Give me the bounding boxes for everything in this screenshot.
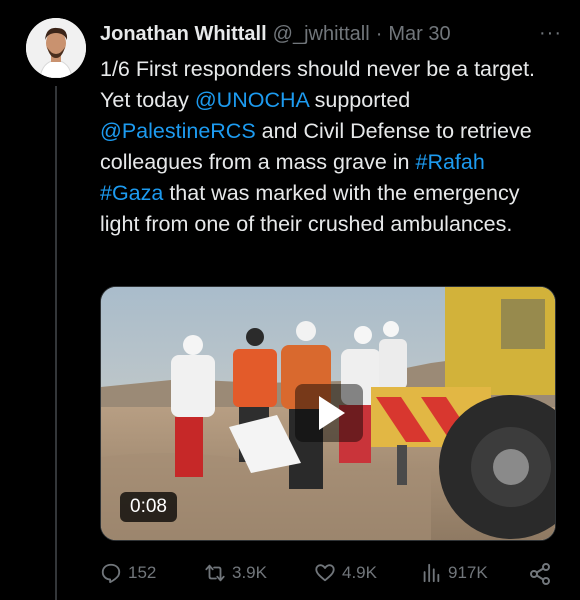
text-segment: that was marked with the emergency light… (100, 181, 526, 236)
views-icon (423, 563, 440, 583)
hashtag-link[interactable]: #Gaza (100, 181, 163, 205)
mention-link[interactable]: @PalestineRCS (100, 119, 256, 143)
tweet-header: Jonathan Whittall @_jwhittall · Mar 30 ·… (100, 20, 562, 48)
views-button[interactable]: 917K (420, 562, 488, 584)
retweet-button[interactable]: 3.9K (204, 562, 267, 584)
hashtag-link[interactable]: #Rafah (415, 150, 484, 174)
like-button[interactable]: 4.9K (314, 562, 377, 584)
action-bar: 152 3.9K 4.9K 917K (100, 562, 556, 590)
retweet-count: 3.9K (232, 563, 267, 582)
share-button[interactable] (528, 562, 558, 586)
tweet-date[interactable]: Mar 30 (388, 23, 450, 46)
text-segment (485, 150, 491, 174)
reply-button[interactable]: 152 (100, 562, 156, 584)
author-name[interactable]: Jonathan Whittall (100, 23, 267, 46)
reply-icon (101, 563, 121, 584)
more-icon[interactable]: ··· (539, 22, 562, 45)
like-count: 4.9K (342, 563, 377, 582)
separator-dot: · (375, 22, 383, 45)
like-icon (315, 564, 335, 582)
author-handle[interactable]: @_jwhittall (273, 23, 370, 46)
reply-count: 152 (128, 563, 157, 582)
video-duration: 0:08 (120, 492, 177, 522)
play-icon[interactable] (295, 384, 363, 442)
avatar[interactable] (26, 18, 86, 78)
retweet-icon (205, 564, 225, 582)
avatar-image (26, 18, 86, 78)
tweet-text: 1/6 First responders should never be a t… (100, 54, 550, 240)
share-icon (530, 563, 550, 585)
mention-link[interactable]: @UNOCHA (195, 88, 309, 112)
text-segment: supported (308, 88, 417, 112)
view-count: 917K (448, 563, 488, 582)
thread-line (55, 86, 57, 600)
